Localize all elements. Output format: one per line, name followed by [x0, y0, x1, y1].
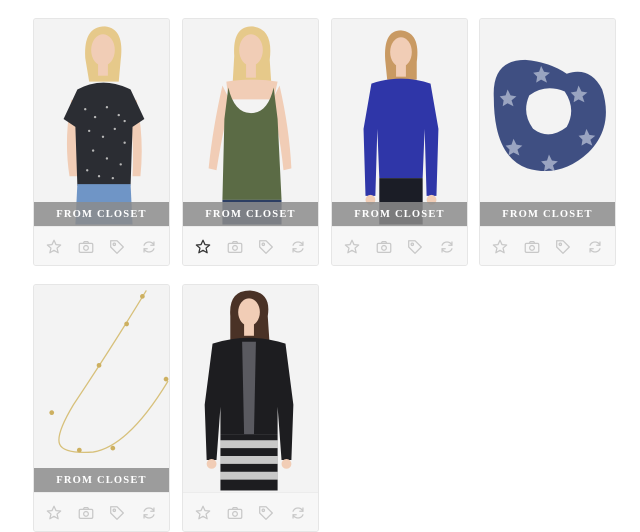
closet-item-card[interactable]: FROM CLOSET	[182, 18, 319, 266]
tag-icon[interactable]	[106, 236, 128, 258]
camera-icon[interactable]	[224, 502, 246, 524]
star-icon[interactable]	[341, 236, 363, 258]
star-icon[interactable]	[489, 236, 511, 258]
item-action-bar	[183, 492, 318, 531]
camera-icon[interactable]	[521, 236, 543, 258]
from-closet-banner: FROM CLOSET	[480, 202, 615, 226]
star-icon[interactable]	[43, 502, 65, 524]
item-action-bar	[34, 226, 169, 265]
item-action-bar	[183, 226, 318, 265]
refresh-icon[interactable]	[287, 502, 309, 524]
refresh-icon[interactable]	[436, 236, 458, 258]
refresh-icon[interactable]	[584, 236, 606, 258]
product-image-patterned-tee[interactable]: FROM CLOSET	[34, 19, 169, 226]
camera-icon[interactable]	[224, 236, 246, 258]
camera-icon[interactable]	[75, 502, 97, 524]
tag-icon[interactable]	[552, 236, 574, 258]
product-image-cobalt-sweater[interactable]	[332, 19, 467, 226]
item-action-bar	[34, 492, 169, 531]
item-action-bar	[480, 226, 615, 265]
product-image-navy-scarf[interactable]	[480, 19, 615, 226]
tag-icon[interactable]	[255, 236, 277, 258]
item-action-bar	[332, 226, 467, 265]
from-closet-banner: FROM CLOSET	[332, 202, 467, 226]
from-closet-banner: FROM CLOSET	[183, 202, 318, 226]
product-image-olive-tank[interactable]: FROM CLOSET	[183, 19, 318, 226]
tag-icon[interactable]	[106, 502, 128, 524]
closet-item-card[interactable]: FROM CLOSET	[182, 284, 319, 532]
refresh-icon[interactable]	[287, 236, 309, 258]
star-icon[interactable]	[192, 236, 214, 258]
camera-icon[interactable]	[75, 236, 97, 258]
star-icon[interactable]	[192, 502, 214, 524]
product-image-black-cardigan[interactable]	[183, 285, 318, 492]
product-image-gold-necklace[interactable]	[34, 285, 169, 492]
from-closet-banner: FROM CLOSET	[34, 468, 169, 492]
closet-item-card[interactable]: FROM CLOSET	[479, 18, 616, 266]
star-icon[interactable]	[43, 236, 65, 258]
closet-item-card[interactable]: FROM CLOSET	[33, 284, 170, 532]
closet-item-card[interactable]: FROM CLOSET	[331, 18, 468, 266]
camera-icon[interactable]	[373, 236, 395, 258]
closet-item-card[interactable]: FROM CLOSET	[33, 18, 170, 266]
refresh-icon[interactable]	[138, 502, 160, 524]
from-closet-banner: FROM CLOSET	[34, 202, 169, 226]
tag-icon[interactable]	[255, 502, 277, 524]
refresh-icon[interactable]	[138, 236, 160, 258]
tag-icon[interactable]	[404, 236, 426, 258]
